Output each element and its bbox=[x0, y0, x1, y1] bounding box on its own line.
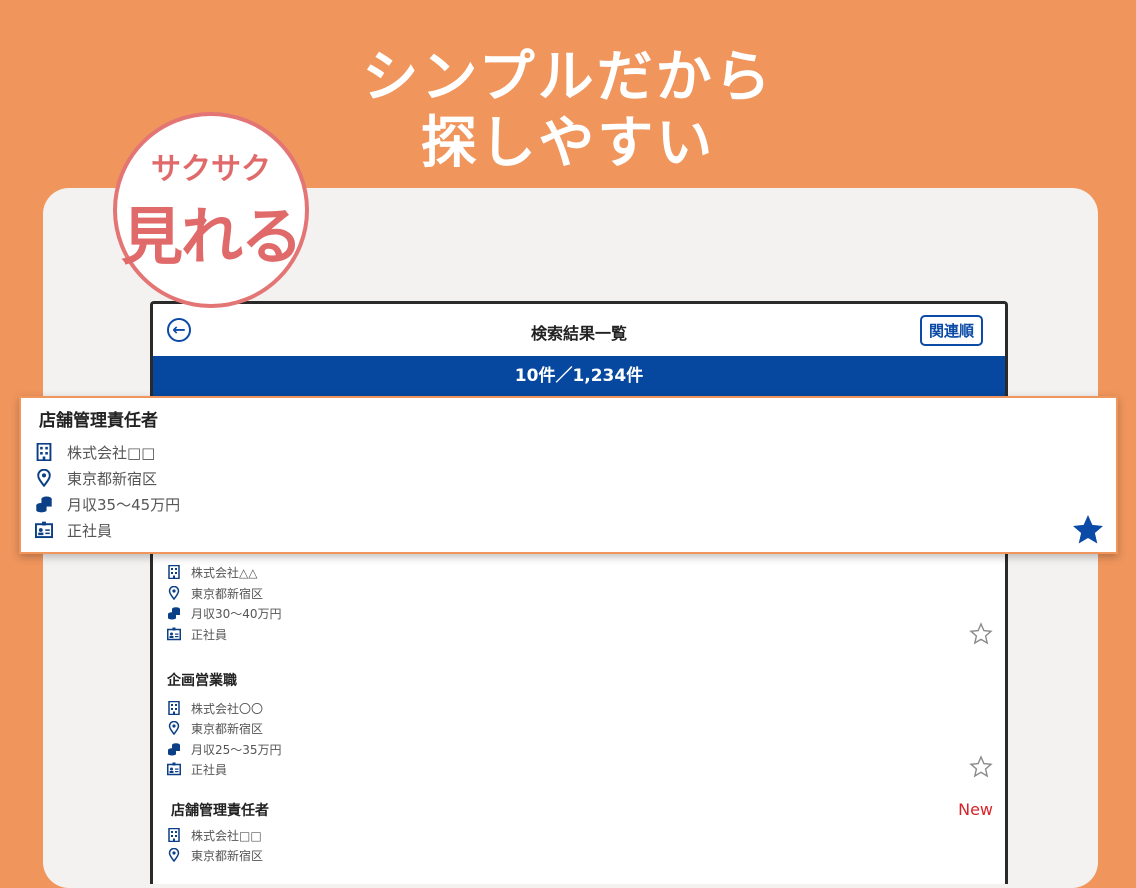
location-text: 東京都新宿区 bbox=[67, 469, 158, 488]
star-outline-icon[interactable] bbox=[969, 622, 993, 646]
location-pin-icon bbox=[168, 721, 180, 735]
employment-row: 正社員 bbox=[35, 519, 112, 541]
listing-card[interactable]: 店舗管理責任者 New 株式会社□□ 東京都新宿区 bbox=[153, 790, 1005, 884]
employment-text: 正社員 bbox=[191, 627, 228, 642]
employment-row: 正社員 bbox=[167, 760, 227, 778]
location-row: 東京都新宿区 bbox=[35, 467, 157, 489]
star-outline-icon[interactable] bbox=[969, 755, 993, 779]
nav-bar: ← 検索結果一覧 関連順 bbox=[153, 304, 1005, 356]
location-row: 東京都新宿区 bbox=[167, 846, 263, 864]
employment-row: 正社員 bbox=[167, 625, 227, 643]
id-card-icon bbox=[35, 521, 53, 539]
location-pin-icon bbox=[168, 586, 180, 600]
badge-bottom-text: 見れる bbox=[120, 200, 303, 273]
job-title: 店舗管理責任者 bbox=[39, 411, 158, 431]
company-row: 株式会社□□ bbox=[35, 441, 155, 463]
sort-button[interactable]: 関連順 bbox=[919, 315, 983, 346]
location-text: 東京都新宿区 bbox=[191, 721, 264, 736]
coins-icon bbox=[168, 607, 180, 620]
salary-row: 月収25〜35万円 bbox=[167, 740, 282, 758]
job-title: 企画営業職 bbox=[167, 673, 237, 689]
id-card-icon bbox=[167, 762, 181, 776]
location-text: 東京都新宿区 bbox=[191, 586, 264, 601]
company-name: 株式会社△△ bbox=[191, 565, 258, 580]
employment-text: 正社員 bbox=[191, 762, 228, 777]
company-name: 株式会社□□ bbox=[191, 828, 262, 843]
employment-text: 正社員 bbox=[67, 521, 113, 540]
page-title: 検索結果一覧 bbox=[530, 324, 627, 343]
company-name: 株式会社〇〇 bbox=[191, 701, 264, 716]
salary-text: 月収25〜35万円 bbox=[191, 742, 282, 757]
id-card-icon bbox=[167, 627, 181, 641]
result-count-bar: 10件／1,234件 bbox=[153, 356, 1005, 396]
building-icon bbox=[36, 443, 52, 461]
app-screen: ← 検索結果一覧 関連順 10件／1,234件 株式会社△△ 東京都新宿区 月収… bbox=[150, 301, 1008, 884]
company-row: 株式会社□□ bbox=[167, 826, 262, 844]
building-icon bbox=[168, 828, 180, 842]
building-icon bbox=[168, 565, 180, 579]
new-badge: New bbox=[958, 800, 993, 819]
company-name: 株式会社□□ bbox=[67, 443, 156, 462]
location-row: 東京都新宿区 bbox=[167, 719, 263, 737]
badge-top-text: サクサク bbox=[151, 152, 271, 187]
location-text: 東京都新宿区 bbox=[191, 848, 264, 863]
coins-icon bbox=[36, 496, 52, 513]
listing-card[interactable]: 企画営業職 株式会社〇〇 東京都新宿区 月収25〜35万円 正社員 bbox=[153, 658, 1005, 791]
highlighted-listing-card[interactable]: 店舗管理責任者 株式会社□□ 東京都新宿区 月収35〜45万円 正社員 bbox=[19, 396, 1118, 554]
company-row: 株式会社△△ bbox=[167, 563, 257, 581]
coins-icon bbox=[168, 743, 180, 756]
star-filled-icon[interactable] bbox=[1070, 512, 1106, 548]
job-title: 店舗管理責任者 bbox=[171, 803, 269, 819]
location-pin-icon bbox=[37, 469, 51, 487]
salary-row: 月収35〜45万円 bbox=[35, 493, 180, 515]
building-icon bbox=[168, 701, 180, 715]
location-row: 東京都新宿区 bbox=[167, 584, 263, 602]
speed-badge: サクサク 見れる bbox=[113, 112, 309, 308]
salary-text: 月収35〜45万円 bbox=[67, 495, 181, 514]
location-pin-icon bbox=[168, 848, 180, 862]
salary-row: 月収30〜40万円 bbox=[167, 604, 282, 622]
salary-text: 月収30〜40万円 bbox=[191, 606, 282, 621]
company-row: 株式会社〇〇 bbox=[167, 699, 263, 717]
